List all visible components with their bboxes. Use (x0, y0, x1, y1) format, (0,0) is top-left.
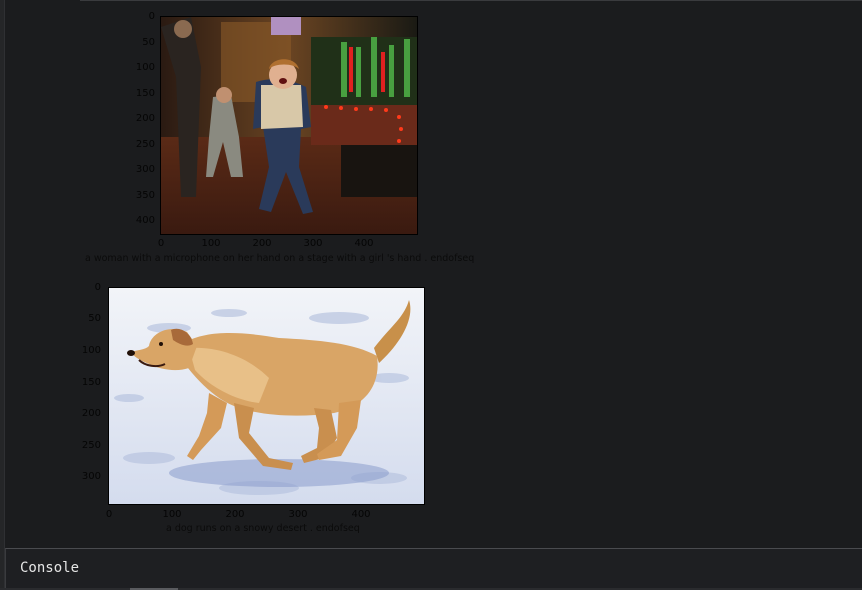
figure1-caption: a woman with a microphone on her hand on… (85, 253, 475, 264)
figure1-xtick: 300 (303, 238, 323, 249)
figure1-ytick: 0 (148, 11, 155, 22)
figure1-xtick: 0 (157, 238, 165, 249)
figure1-ytick: 300 (135, 164, 155, 175)
figure1-xtick: 100 (201, 238, 221, 249)
figure1-ytick: 250 (135, 139, 155, 150)
figure2-xtick: 400 (351, 509, 371, 520)
figure1-ytick: 200 (135, 113, 155, 124)
figure1-ytick: 150 (135, 88, 155, 99)
figure2-ytick: 300 (81, 471, 101, 482)
figure1-ytick: 350 (135, 190, 155, 201)
party-photo (161, 17, 417, 234)
figure2-ytick: 250 (81, 440, 101, 451)
party-photo-graphic (161, 17, 417, 234)
figure1-ytick: 50 (142, 37, 155, 48)
figure2-ytick: 0 (94, 282, 101, 293)
console-panel-header[interactable]: Console (5, 548, 862, 589)
figure1-ytick: 400 (135, 215, 155, 226)
figure2-ytick: 150 (81, 377, 101, 388)
figure1-ytick: 100 (135, 62, 155, 73)
figure2-xtick: 200 (225, 509, 245, 520)
figure2-ytick: 50 (88, 313, 101, 324)
figure2-ytick: 100 (81, 345, 101, 356)
figure1-xtick: 400 (354, 238, 374, 249)
figure2-caption: a dog runs on a snowy desert . endofseq (166, 523, 360, 534)
dog-photo-graphic (109, 288, 424, 504)
dog-photo (109, 288, 424, 504)
figure2-xtick: 300 (288, 509, 308, 520)
cell-output-area: 0 50 100 150 200 250 300 350 400 0 100 2… (5, 1, 862, 547)
console-label[interactable]: Console (20, 560, 79, 576)
figure2-ytick: 200 (81, 408, 101, 419)
figure2-xtick: 0 (105, 509, 113, 520)
figure1-xtick: 200 (252, 238, 272, 249)
figure2-xtick: 100 (162, 509, 182, 520)
